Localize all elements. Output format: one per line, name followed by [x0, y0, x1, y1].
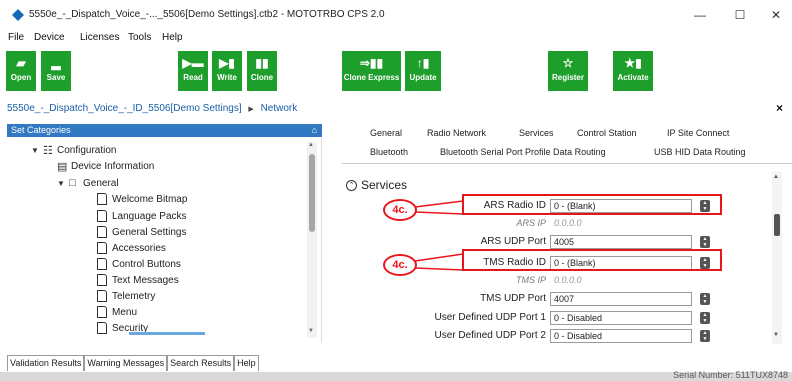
- bottom-tab-strip: Validation Results Warning Messages Sear…: [7, 355, 259, 371]
- tab-validation-results[interactable]: Validation Results: [7, 355, 85, 371]
- tab-search-results[interactable]: Search Results: [167, 355, 235, 371]
- tab-help[interactable]: Help: [234, 355, 259, 371]
- serial-number: Serial Number: 511TUX8748: [673, 370, 788, 380]
- callout-label-2: 4c.: [383, 254, 417, 276]
- tab-warning-messages[interactable]: Warning Messages: [84, 355, 168, 371]
- status-bar: Serial Number: 511TUX8748: [0, 370, 792, 381]
- callout-label-1: 4c.: [383, 199, 417, 221]
- callout-leader-lines: [414, 200, 464, 271]
